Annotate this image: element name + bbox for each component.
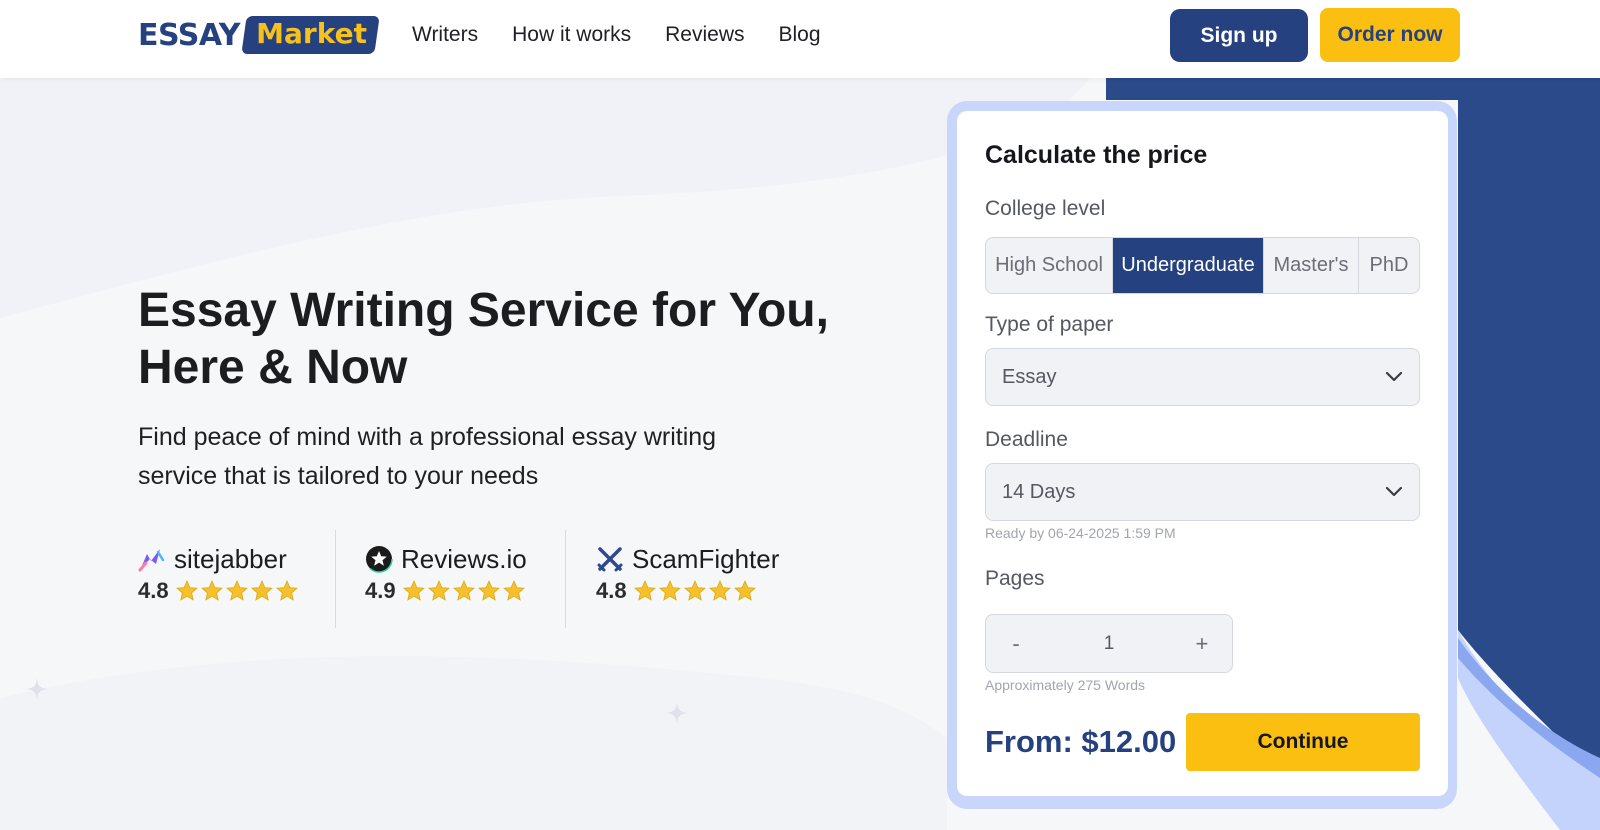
reviewsio-icon (365, 545, 393, 573)
star-icon (658, 580, 681, 601)
pages-label: Pages (985, 567, 1045, 590)
sparkle-icon (666, 702, 688, 724)
star-rating (402, 579, 526, 603)
hero-title: Essay Writing Service for You, Here & Now (138, 284, 829, 394)
star-icon (175, 580, 198, 601)
star-icon (502, 580, 525, 601)
rating-scamfighter[interactable]: ScamFighter 4.8 (565, 530, 779, 628)
star-icon (275, 580, 298, 601)
nav-reviews[interactable]: Reviews (665, 20, 744, 50)
pages-value[interactable]: 1 (1104, 633, 1115, 655)
star-icon (708, 580, 731, 601)
rating-brand: Reviews.io (401, 543, 527, 574)
level-phd[interactable]: PhD (1359, 238, 1419, 293)
hero-subtitle: Find peace of mind with a professional e… (138, 423, 717, 490)
star-icon (402, 580, 425, 601)
site-header: ESSAY Market Writers How it works Review… (0, 0, 1600, 78)
nav-writers[interactable]: Writers (412, 20, 478, 50)
continue-button[interactable]: Continue (1186, 713, 1420, 771)
level-undergraduate[interactable]: Undergraduate (1113, 238, 1264, 293)
order-now-button[interactable]: Order now (1320, 8, 1460, 62)
price-total: From: $12.00 (985, 724, 1177, 759)
rating-score: 4.9 (365, 578, 396, 603)
star-icon (633, 580, 656, 601)
rating-score: 4.8 (596, 578, 627, 603)
paper-type-value: Essay (1002, 365, 1057, 388)
chevron-down-icon (1385, 371, 1403, 382)
logo-market-badge: Market (241, 16, 380, 54)
level-masters[interactable]: Master's (1264, 238, 1359, 293)
star-icon (250, 580, 273, 601)
star-icon (427, 580, 450, 601)
logo[interactable]: ESSAY Market (138, 16, 380, 54)
price-calculator: Calculate the price College level High S… (957, 111, 1448, 796)
increment-button[interactable]: + (1172, 615, 1232, 672)
ratings-bar: sitejabber 4.8 Reviews.io 4.9 ScamFighte… (138, 530, 779, 628)
calculator-title: Calculate the price (985, 141, 1208, 169)
level-high-school[interactable]: High School (986, 238, 1113, 293)
sitejabber-icon (138, 549, 165, 572)
nav-blog[interactable]: Blog (779, 20, 821, 50)
rating-score: 4.8 (138, 578, 169, 603)
star-icon (200, 580, 223, 601)
deadline-select[interactable]: 14 Days (985, 463, 1420, 521)
nav-how-it-works[interactable]: How it works (512, 20, 631, 50)
deadline-label: Deadline (985, 428, 1068, 451)
scamfighter-icon (597, 547, 623, 572)
deadline-value: 14 Days (1002, 480, 1076, 503)
star-icon (452, 580, 475, 601)
college-level-selector: High School Undergraduate Master's PhD (985, 237, 1420, 294)
ready-by-hint: Ready by 06-24-2025 1:59 PM (985, 525, 1176, 541)
star-icon (683, 580, 706, 601)
logo-essay-text: ESSAY (138, 17, 240, 53)
star-icon (225, 580, 248, 601)
main-nav: Writers How it works Reviews Blog (412, 20, 821, 50)
chevron-down-icon (1385, 486, 1403, 497)
star-rating (175, 579, 299, 603)
sparkle-icon (26, 678, 48, 700)
paper-type-label: Type of paper (985, 313, 1114, 336)
words-hint: Approximately 275 Words (985, 677, 1146, 693)
rating-brand: sitejabber (174, 543, 287, 574)
rating-reviewsio[interactable]: Reviews.io 4.9 (335, 530, 565, 628)
star-icon (733, 580, 756, 601)
star-icon (477, 580, 500, 601)
star-rating (633, 579, 757, 603)
sign-up-button[interactable]: Sign up (1170, 9, 1308, 62)
pages-stepper: - 1 + (985, 614, 1233, 673)
decrement-button[interactable]: - (986, 615, 1046, 672)
rating-brand: ScamFighter (632, 543, 780, 574)
college-level-label: College level (985, 197, 1106, 220)
rating-sitejabber[interactable]: sitejabber 4.8 (138, 530, 335, 628)
paper-type-select[interactable]: Essay (985, 348, 1420, 406)
